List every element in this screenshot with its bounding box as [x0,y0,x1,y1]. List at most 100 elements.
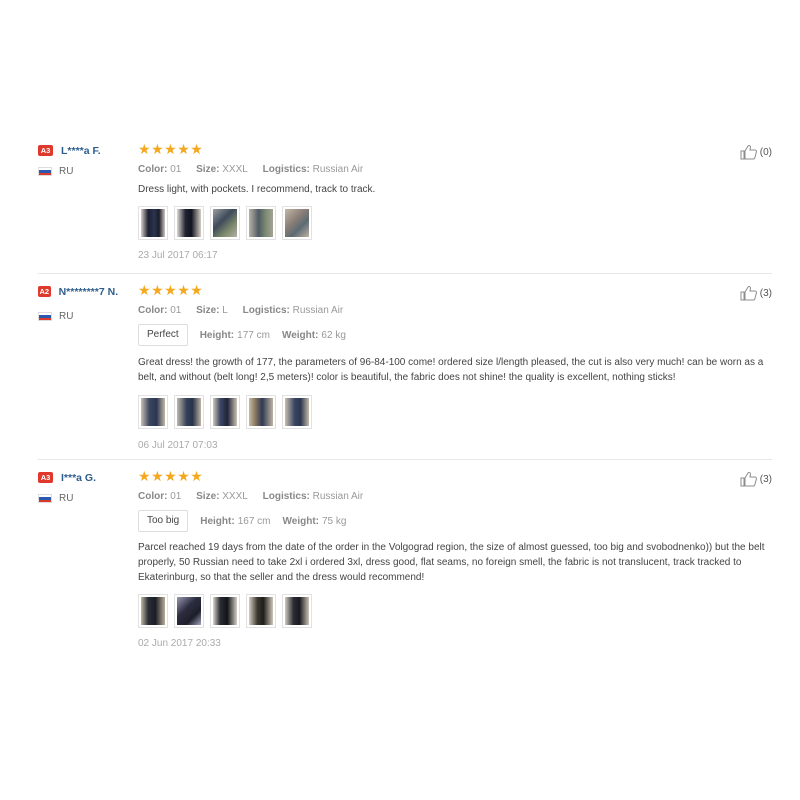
star-rating: ★ ★ ★ ★ ★ [138,469,774,485]
review-photo[interactable] [246,206,276,240]
height-value: 167 cm [237,515,271,527]
review-photos [138,395,774,429]
russia-flag-icon [38,167,52,176]
reviewer-name[interactable]: I***a G. [61,471,96,485]
color-label: Color: [138,164,168,175]
star-icon: ★ [190,142,203,158]
weight-value: 62 kg [321,329,346,341]
reviewer-info: A3 L****a F. RU [38,144,134,177]
order-attributes: Color: 01 Size: XXXL Logistics: Russian … [138,490,774,504]
logistics-label: Logistics: [262,164,310,175]
star-icon: ★ [164,469,177,485]
helpful-button[interactable]: (3) [740,285,772,301]
review-photo[interactable] [210,395,240,429]
review-photo[interactable] [138,395,168,429]
weight-label: Weight: [281,329,319,341]
order-attributes: Color: 01 Size: L Logistics: Russian Air [138,304,774,318]
fit-badge: Perfect [138,324,188,346]
level-badge: A2 [38,286,51,297]
logistics-value: Russian Air [292,305,344,316]
size-label: Size: [196,491,220,502]
star-icon: ★ [138,283,151,299]
star-icon: ★ [164,283,177,299]
review-photo[interactable] [210,206,240,240]
color-label: Color: [138,305,168,316]
review-text: Parcel reached 19 days from the date of … [138,542,765,583]
height-value: 177 cm [237,329,270,341]
star-icon: ★ [177,142,190,158]
review-content: ★ ★ ★ ★ ★ Color: 01 Size: XXXL Logistics: Ru… [138,142,774,263]
review-divider [38,459,772,460]
reviews-list: A3 L****a F. RU ★ ★ ★ ★ ★ Color: 01 Size: XX… [0,0,800,800]
star-icon: ★ [177,469,190,485]
color-value: 01 [170,305,182,316]
size-label: Size: [196,305,220,316]
review-item: A3 I***a G. RU ★ ★ ★ ★ ★ Color: 01 Size: XXX… [38,469,774,651]
height-label: Height: [200,515,235,527]
star-icon: ★ [151,469,164,485]
review-text: Dress light, with pockets. I recommend, … [138,184,376,195]
size-value: XXXL [222,164,248,175]
review-photo[interactable] [174,395,204,429]
helpful-count: (3) [759,473,772,485]
review-photo[interactable] [174,594,204,628]
star-icon: ★ [177,283,190,299]
thumbs-up-icon [740,471,757,487]
helpful-count: (0) [759,146,772,158]
logistics-label: Logistics: [242,305,290,316]
weight-label: Weight: [282,515,319,527]
color-label: Color: [138,491,168,502]
helpful-button[interactable]: (0) [740,144,772,160]
height-label: Height: [199,329,235,341]
reviewer-name[interactable]: L****a F. [61,144,101,158]
country-code: RU [59,166,74,177]
helpful-count: (3) [759,287,772,299]
review-content: ★ ★ ★ ★ ★ Color: 01 Size: L Logistics: Russi… [138,283,774,453]
review-photo[interactable] [282,594,312,628]
review-photos [138,206,774,240]
review-photo[interactable] [174,206,204,240]
color-value: 01 [170,491,182,502]
logistics-value: Russian Air [312,491,364,502]
thumbs-up-icon [740,144,757,160]
fit-info: Too big Height: 167 cm Weight: 75 kg [138,510,774,532]
star-icon: ★ [190,469,203,485]
review-date: 23 Jul 2017 06:17 [138,250,218,261]
order-attributes: Color: 01 Size: XXXL Logistics: Russian … [138,163,774,177]
review-photo[interactable] [282,206,312,240]
level-badge: A3 [38,145,53,156]
review-photo[interactable] [246,395,276,429]
helpful-button[interactable]: (3) [740,471,772,487]
review-photo[interactable] [282,395,312,429]
color-value: 01 [170,164,182,175]
review-item: A2 N********7 N. RU ★ ★ ★ ★ ★ Color: 01 Size… [38,283,774,461]
size-value: XXXL [222,491,248,502]
russia-flag-icon [38,494,52,503]
star-icon: ★ [138,469,151,485]
size-label: Size: [196,164,220,175]
country-code: RU [59,493,74,504]
review-photo[interactable] [246,594,276,628]
star-icon: ★ [164,142,177,158]
review-photo[interactable] [210,594,240,628]
star-rating: ★ ★ ★ ★ ★ [138,142,774,158]
reviewer-info: A2 N********7 N. RU [38,285,134,322]
reviewer-name[interactable]: N********7 N. [59,285,134,299]
review-date: 06 Jul 2017 07:03 [138,440,218,451]
weight-value: 75 kg [321,515,347,527]
logistics-value: Russian Air [312,164,364,175]
review-content: ★ ★ ★ ★ ★ Color: 01 Size: XXXL Logistics: Ru… [138,469,774,651]
thumbs-up-icon [740,285,757,301]
fit-info: Perfect Height: 177 cm Weight: 62 kg [138,324,774,346]
review-date: 02 Jun 2017 20:33 [138,638,221,649]
logistics-label: Logistics: [262,491,310,502]
russia-flag-icon [38,312,52,321]
star-icon: ★ [190,283,203,299]
star-icon: ★ [151,283,164,299]
size-value: L [222,305,228,316]
review-photo[interactable] [138,594,168,628]
review-divider [38,273,772,274]
review-item: A3 L****a F. RU ★ ★ ★ ★ ★ Color: 01 Size: XX… [38,142,774,274]
review-photo[interactable] [138,206,168,240]
review-photos [138,594,774,628]
